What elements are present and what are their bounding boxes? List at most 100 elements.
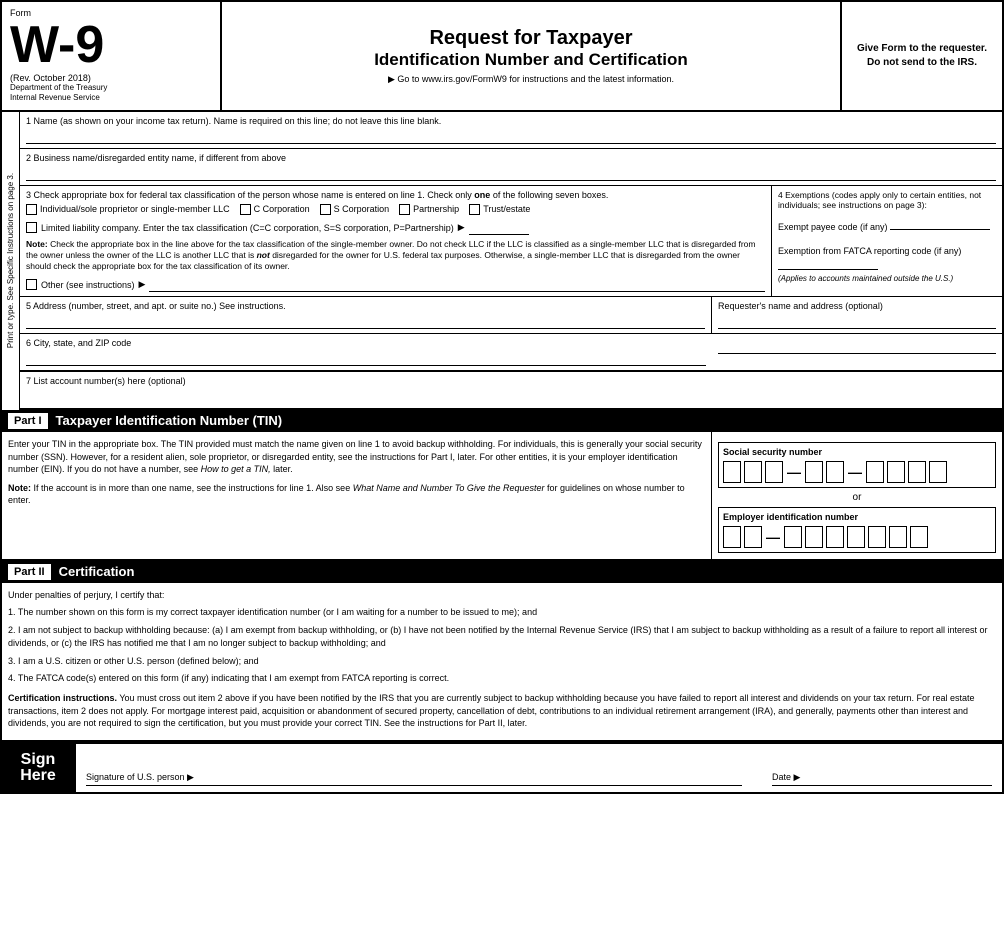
main-content: 1 Name (as shown on your income tax retu… xyxy=(20,112,1002,410)
form-header: Form W-9 (Rev. October 2018) Department … xyxy=(2,2,1002,112)
c-corp-checkbox[interactable] xyxy=(240,204,251,215)
ein-cell-6[interactable] xyxy=(847,526,865,548)
s-corp-checkbox[interactable] xyxy=(320,204,331,215)
requester-address-input[interactable] xyxy=(718,338,996,354)
sign-here-box: Sign Here xyxy=(2,744,74,792)
ssn-box: Social security number — — xyxy=(718,442,996,488)
line6-left: 6 City, state, and ZIP code xyxy=(20,334,712,371)
form-title-sub: Identification Number and Certification xyxy=(374,50,688,70)
llc-row: Limited liability company. Enter the tax… xyxy=(26,221,765,235)
trust-label: Trust/estate xyxy=(483,204,530,214)
form-title-section: Request for Taxpayer Identification Numb… xyxy=(222,2,842,110)
ssn-cell-2[interactable] xyxy=(744,461,762,483)
part1-title: Taxpayer Identification Number (TIN) xyxy=(56,413,283,428)
exempt-payee-label: Exempt payee code (if any) xyxy=(778,222,888,232)
line2-input[interactable] xyxy=(26,165,996,181)
ssn-label: Social security number xyxy=(723,447,991,457)
partnership-label: Partnership xyxy=(413,204,459,214)
line5-label: 5 Address (number, street, and apt. or s… xyxy=(26,301,705,311)
ein-cell-9[interactable] xyxy=(910,526,928,548)
ein-seg2 xyxy=(784,526,928,548)
form-revision: (Rev. October 2018) xyxy=(10,73,212,83)
date-field: Date ▶ xyxy=(772,772,992,786)
side-label-text: Print or type. See Specific Instructions… xyxy=(6,173,15,348)
line7-area: 7 List account number(s) here (optional) xyxy=(20,372,1002,410)
ein-cell-5[interactable] xyxy=(826,526,844,548)
line5-area: 5 Address (number, street, and apt. or s… xyxy=(20,297,1002,334)
ssn-cell-8[interactable] xyxy=(908,461,926,483)
ssn-cell-1[interactable] xyxy=(723,461,741,483)
partnership-checkbox[interactable] xyxy=(399,204,410,215)
individual-checkbox-item[interactable]: Individual/sole proprietor or single-mem… xyxy=(26,204,230,215)
individual-checkbox[interactable] xyxy=(26,204,37,215)
trust-checkbox-item[interactable]: Trust/estate xyxy=(469,204,530,215)
cert-instructions-text: You must cross out item 2 above if you h… xyxy=(8,693,975,728)
line1-container: 1 Name (as shown on your income tax retu… xyxy=(20,112,1002,149)
llc-input[interactable] xyxy=(469,221,529,235)
other-input[interactable] xyxy=(149,278,765,292)
part1-body: Enter your TIN in the appropriate box. T… xyxy=(2,432,1002,561)
form-id-section: Form W-9 (Rev. October 2018) Department … xyxy=(2,2,222,110)
line6-area: 6 City, state, and ZIP code xyxy=(20,334,1002,372)
dept2: Internal Revenue Service xyxy=(10,93,212,103)
ein-cell-8[interactable] xyxy=(889,526,907,548)
c-corp-checkbox-item[interactable]: C Corporation xyxy=(240,204,310,215)
form-give-section: Give Form to the requester. Do not send … xyxy=(842,2,1002,110)
form-url: ▶ Go to www.irs.gov/FormW9 for instructi… xyxy=(388,74,674,85)
exempt-payee-input[interactable] xyxy=(890,216,990,230)
ein-cell-2[interactable] xyxy=(744,526,762,548)
ein-seg1 xyxy=(723,526,762,548)
ssn-cell-7[interactable] xyxy=(887,461,905,483)
part1-right: Social security number — — xyxy=(712,432,1002,559)
part2-body: Under penalties of perjury, I certify th… xyxy=(2,583,1002,742)
requester-input[interactable] xyxy=(718,313,996,329)
other-row: Other (see instructions) ▶ xyxy=(26,278,765,292)
line6-input[interactable] xyxy=(26,350,706,366)
line1-input[interactable] xyxy=(26,128,996,144)
line6-label: 6 City, state, and ZIP code xyxy=(26,338,706,348)
part2-title: Certification xyxy=(59,564,135,579)
fatca-note: (Applies to accounts maintained outside … xyxy=(778,274,996,283)
fatca-input[interactable] xyxy=(778,256,878,270)
ssn-seg3 xyxy=(866,461,947,483)
other-checkbox[interactable] xyxy=(26,279,37,290)
line7-input[interactable] xyxy=(26,388,996,404)
ssn-dash1: — xyxy=(787,464,801,480)
line4-label: 4 Exemptions (codes apply only to certai… xyxy=(778,190,996,210)
llc-checkbox[interactable] xyxy=(26,222,37,233)
other-label: Other (see instructions) xyxy=(41,280,135,290)
ssn-cell-3[interactable] xyxy=(765,461,783,483)
checkboxes-row: Individual/sole proprietor or single-mem… xyxy=(26,204,765,215)
part1-note: Note: If the account is in more than one… xyxy=(8,482,705,507)
part1-text1: Enter your TIN in the appropriate box. T… xyxy=(8,438,705,476)
partnership-checkbox-item[interactable]: Partnership xyxy=(399,204,459,215)
ssn-cell-5[interactable] xyxy=(826,461,844,483)
part1-label: Part I xyxy=(8,413,48,429)
or-text: or xyxy=(718,492,996,503)
line3-label: 3 Check appropriate box for federal tax … xyxy=(26,190,765,200)
trust-checkbox[interactable] xyxy=(469,204,480,215)
line2-container: 2 Business name/disregarded entity name,… xyxy=(20,149,1002,186)
part2-item2: 2. I am not subject to backup withholdin… xyxy=(8,624,996,651)
llc-label: Limited liability company. Enter the tax… xyxy=(41,223,454,233)
ein-cell-1[interactable] xyxy=(723,526,741,548)
exempt-payee-section: Exempt payee code (if any) xyxy=(778,216,996,232)
cert-instructions-label: Certification instructions. xyxy=(8,693,117,703)
line5-input[interactable] xyxy=(26,313,705,329)
date-label: Date ▶ xyxy=(772,772,800,783)
individual-label: Individual/sole proprietor or single-mem… xyxy=(40,204,230,214)
part2-item3: 3. I am a U.S. citizen or other U.S. per… xyxy=(8,655,996,669)
part1-left: Enter your TIN in the appropriate box. T… xyxy=(2,432,712,559)
ssn-cell-6[interactable] xyxy=(866,461,884,483)
give-form-text: Give Form to the requester. Do not send … xyxy=(850,42,994,70)
ssn-cell-4[interactable] xyxy=(805,461,823,483)
here-label: Here xyxy=(20,768,56,784)
ssn-cell-9[interactable] xyxy=(929,461,947,483)
c-corp-label: C Corporation xyxy=(254,204,310,214)
sign-area: Sign Here Signature of U.S. person ▶ Dat… xyxy=(2,742,1002,792)
s-corp-checkbox-item[interactable]: S Corporation xyxy=(320,204,390,215)
ein-cell-4[interactable] xyxy=(805,526,823,548)
ein-cell-7[interactable] xyxy=(868,526,886,548)
ssn-seg1 xyxy=(723,461,783,483)
ein-cell-3[interactable] xyxy=(784,526,802,548)
